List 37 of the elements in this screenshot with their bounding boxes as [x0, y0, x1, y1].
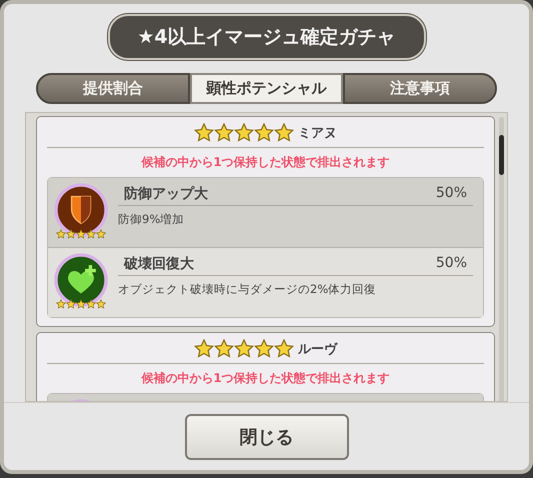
star-icon: [194, 123, 214, 142]
star-icon: [214, 123, 234, 142]
star-icon: [254, 123, 274, 142]
title-banner: ★4以上イマージュ確定ガチャ: [108, 14, 426, 60]
character-name: ルーヴ: [298, 340, 337, 358]
star-icon: [66, 229, 76, 239]
rate-text: 50%: [436, 185, 467, 203]
notice-text: 候補の中から1つ保持した状態で排出されます: [140, 154, 391, 171]
star-icon: [194, 339, 214, 358]
star-icon: [86, 299, 96, 309]
star-icon: [56, 299, 66, 309]
scrollbar[interactable]: [499, 117, 504, 401]
star-icon: [96, 229, 106, 239]
star-icon: [76, 299, 86, 309]
star-icon: [234, 123, 254, 142]
star-icon: [66, 299, 76, 309]
star-icon: [254, 339, 274, 358]
notice-text: 候補の中から1つ保持した状態で排出されます: [140, 370, 391, 387]
star-icon: [96, 299, 106, 309]
star-icon: [214, 339, 234, 358]
character-name: ミアヌ: [298, 124, 337, 142]
potential-description: 防御9%増加: [118, 212, 186, 227]
potential-description: オブジェクト破壊時に与ダメージの2%体力回復: [118, 282, 378, 297]
star-icon: [86, 229, 96, 239]
star-icon: [274, 123, 294, 142]
shield-icon: [54, 183, 108, 237]
tab[interactable]: 注意事項: [343, 73, 498, 104]
potential-name: 防御アップ大: [124, 185, 208, 203]
tab[interactable]: 提供割合: [36, 73, 190, 104]
star-icon: [234, 339, 254, 358]
star-icon: [76, 229, 86, 239]
close-button[interactable]: 閉じる: [184, 414, 348, 460]
rate-text: 50%: [436, 255, 467, 273]
star-icon: [56, 229, 66, 239]
star-icon: [274, 339, 294, 358]
tab[interactable]: 顕性ポテンシャル: [190, 73, 344, 104]
potential-name: 破壊回復大: [124, 255, 194, 273]
